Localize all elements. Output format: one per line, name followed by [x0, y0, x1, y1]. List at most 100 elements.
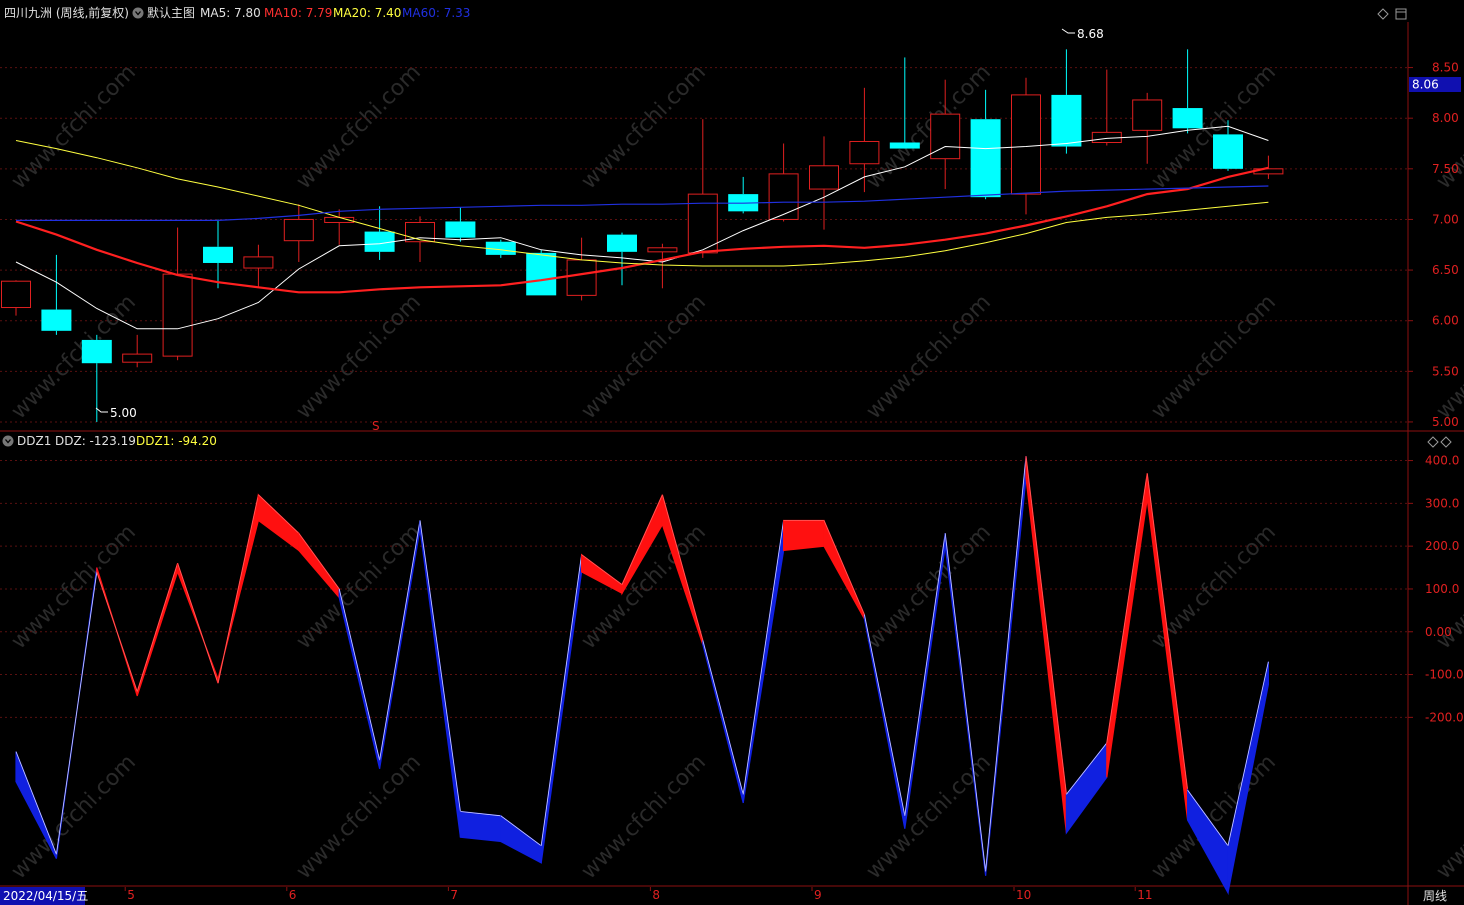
indicator-name: DDZ1: [17, 434, 51, 448]
price-tick-label: 7.50: [1432, 162, 1459, 176]
candle: [809, 136, 839, 230]
price-tick-label: 8.50: [1432, 61, 1459, 75]
time-tick-label: 9: [814, 888, 822, 902]
ddz-band-segment: [459, 810, 502, 843]
watermark-text: www.cfchi.com: [577, 750, 711, 884]
price-tick-label: 7.00: [1432, 212, 1459, 226]
watermark-text: www.cfchi.com: [7, 60, 141, 194]
ma5-line: [15, 125, 1269, 330]
candle: [1132, 92, 1163, 164]
period-label[interactable]: 周线: [1423, 889, 1447, 903]
stock-chart: www.cfchi.com www.cfchi.com www.cfchi.com w…: [0, 5, 1464, 905]
candle: [687, 119, 718, 258]
candle: [283, 204, 314, 262]
watermark-text: www.cfchi.com: [7, 290, 141, 424]
main-header: 四川九洲 (周线,前复权) 默认主图 MA5: 7.80 MA10: 7.79 …: [4, 5, 1407, 20]
moving-average-lines: [15, 125, 1269, 330]
indicator-axis: 400.0 300.0 200.0 100.0 0.00 -100.0 -200.0: [1408, 454, 1464, 724]
max-price-label: 8.68: [1077, 27, 1104, 41]
ddz-band-segment: [419, 520, 461, 838]
watermark-text: www.cfchi.com: [1432, 290, 1464, 424]
ddz-band-segment: [257, 493, 300, 552]
watermark-text: www.cfchi.com: [862, 750, 996, 884]
watermark-text: www.cfchi.com: [292, 60, 426, 194]
ddz-band-segment: [1106, 473, 1148, 778]
price-axis: 8.50 8.00 7.50 7.00 6.50 6.00 5.50 5.00: [1408, 61, 1459, 429]
time-tick-label: 10: [1016, 888, 1031, 902]
watermark-text: www.cfchi.com: [577, 290, 711, 424]
candle: [203, 219, 233, 289]
date-label: 2022/04/15/五: [3, 889, 88, 903]
watermark-text: www.cfchi.com: [862, 290, 996, 424]
stock-title: 四川九洲 (周线,前复权): [4, 5, 129, 20]
indicator-diamond-icon-2[interactable]: [1440, 436, 1452, 448]
watermark-text: www.cfchi.com: [862, 520, 996, 654]
indicator-tick-label: 400.0: [1425, 454, 1459, 468]
candle: [122, 334, 153, 368]
ma60-line: [16, 185, 1269, 221]
watermark-text: www.cfchi.com: [7, 520, 141, 654]
ddz-band-segment: [500, 814, 542, 864]
candle: [566, 237, 597, 301]
min-price-label: 5.00: [110, 406, 137, 420]
watermark-text: www.cfchi.com: [1147, 290, 1281, 424]
time-tick-label: 5: [127, 888, 135, 902]
ma10-value: MA10: 7.79: [264, 6, 332, 20]
indicator-grid: [0, 460, 1408, 718]
diamond-icon[interactable]: [1377, 8, 1389, 20]
watermark-text: www.cfchi.com: [577, 60, 711, 194]
indicator-settings-icon[interactable]: [2, 435, 14, 447]
candle: [445, 207, 476, 242]
candle: [1, 280, 31, 316]
ma5-value: MA5: 7.80: [200, 6, 261, 20]
ddz-band-segment: [1025, 456, 1067, 833]
indicator-tick-label: 0.00: [1425, 625, 1452, 639]
candle: [1172, 49, 1203, 134]
ddz-band-segment: [1065, 741, 1108, 835]
time-tick-label: 7: [450, 888, 458, 902]
time-tick-label: 8: [652, 888, 660, 902]
candle: [1051, 49, 1082, 154]
ddz-band-segment: [581, 553, 623, 595]
signal-marker: S: [372, 419, 380, 433]
candle: [364, 206, 395, 260]
settings-icon[interactable]: [132, 7, 144, 19]
max-pointer: [1061, 28, 1075, 34]
current-price-value: 8.06: [1412, 78, 1439, 92]
ddz-value: DDZ: -123.19: [55, 434, 136, 448]
ddz-band-segment: [298, 531, 340, 600]
candle: [728, 176, 759, 214]
current-price-tag: 8.06: [1409, 77, 1461, 92]
price-tick-label: 5.50: [1432, 364, 1459, 378]
price-tick-label: 8.00: [1432, 111, 1459, 125]
indicator-tick-label: 200.0: [1425, 539, 1459, 553]
price-tick-label: 5.00: [1432, 415, 1459, 429]
indicator-diamond-icon[interactable]: [1427, 436, 1439, 448]
indicator-header: DDZ1 DDZ: -123.19 DDZ1: -94.20: [2, 434, 1452, 448]
price-tick-label: 6.00: [1432, 314, 1459, 328]
watermark-text: www.cfchi.com: [292, 290, 426, 424]
watermark-text: www.cfchi.com: [292, 750, 426, 884]
ma60-value: MA60: 7.33: [402, 6, 470, 20]
watermark-layer: www.cfchi.com www.cfchi.com www.cfchi.com w…: [7, 60, 1464, 884]
ddz1-value: DDZ1: -94.20: [136, 434, 217, 448]
time-axis: 2022/04/15/五 5 6 7 8 9 10 11 周线: [0, 887, 1447, 905]
candle: [970, 89, 1001, 200]
ma10-line: [15, 166, 1269, 294]
watermark-text: www.cfchi.com: [1432, 750, 1464, 884]
watermark-text: www.cfchi.com: [292, 520, 426, 654]
min-pointer: [95, 407, 108, 413]
indicator-tick-label: 300.0: [1425, 496, 1459, 510]
time-tick-label: 11: [1137, 888, 1152, 902]
time-tick-label: 6: [289, 888, 297, 902]
layout-name: 默认主图: [147, 5, 195, 20]
ddz-band-segment: [1146, 473, 1189, 821]
candle: [1253, 155, 1284, 179]
price-tick-label: 6.50: [1432, 263, 1459, 277]
ma20-value: MA20: 7.40: [333, 6, 401, 20]
candle: [41, 254, 72, 335]
indicator-tick-label: -100.0: [1425, 668, 1464, 682]
indicator-tick-label: 100.0: [1425, 582, 1459, 596]
indicator-tick-label: -200.0: [1425, 710, 1464, 724]
maximize-icon[interactable]: [1395, 8, 1407, 20]
